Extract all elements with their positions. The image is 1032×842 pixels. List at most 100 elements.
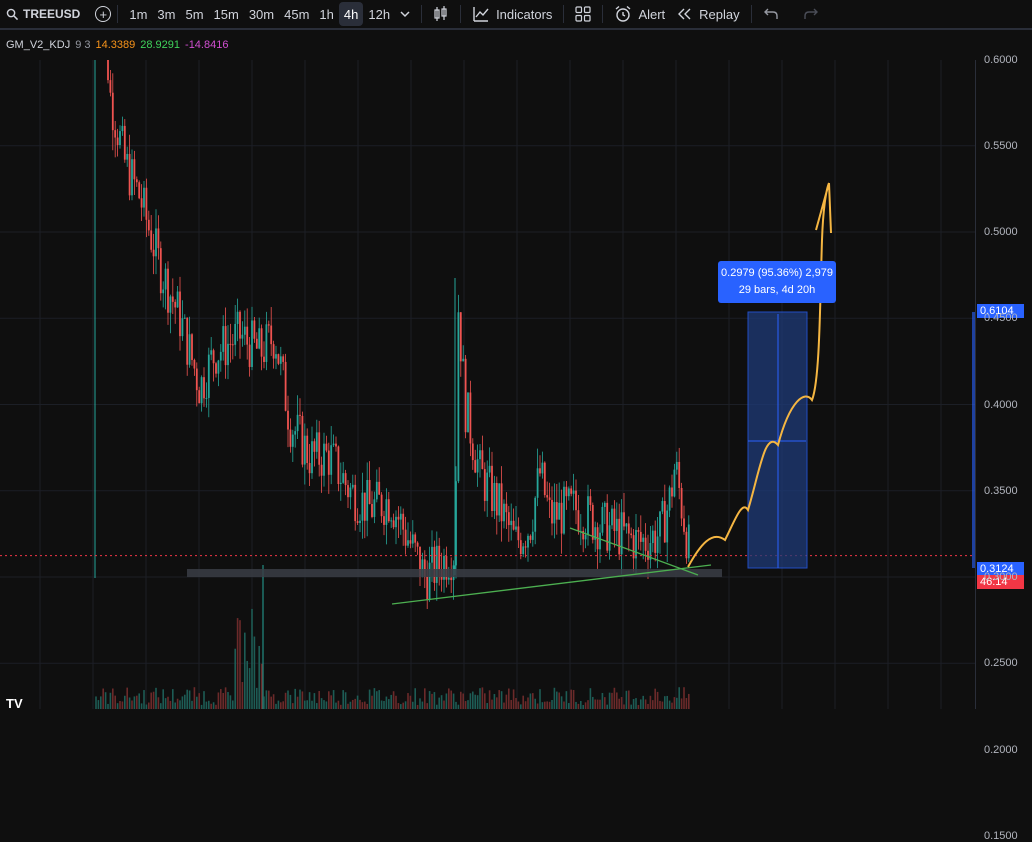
- candle-body: [255, 338, 258, 349]
- candle-body: [212, 350, 215, 364]
- volume-bar: [395, 695, 397, 709]
- divider: [563, 5, 565, 23]
- candle-body: [613, 508, 616, 531]
- volume-bar: [128, 697, 131, 709]
- volume-bar: [419, 698, 421, 709]
- volume-bar: [335, 702, 337, 709]
- candle-body: [567, 488, 570, 497]
- candle-body: [505, 503, 508, 513]
- interval-12h[interactable]: 12h: [363, 2, 395, 26]
- candle-body: [553, 502, 556, 524]
- candle-body: [387, 499, 390, 522]
- symbol-search[interactable]: TREEUSD: [0, 2, 85, 26]
- interval-5m[interactable]: 5m: [180, 2, 208, 26]
- grid-layout-icon: [575, 6, 592, 22]
- volume-bar: [224, 687, 227, 709]
- redo-button[interactable]: [798, 2, 824, 26]
- volume-bar: [203, 691, 205, 709]
- volume-bar: [608, 692, 611, 709]
- volume-bar: [666, 695, 668, 709]
- volume-bar: [371, 695, 373, 709]
- volume-bar: [570, 689, 572, 709]
- candle-body: [289, 429, 292, 447]
- candle-body: [198, 390, 201, 404]
- replay-button[interactable]: Replay: [670, 2, 744, 26]
- indicator-j-value: -14.8416: [185, 39, 229, 51]
- price-axis[interactable]: 0.6104 0.3124 46:14 0.90000.85000.80000.…: [975, 54, 1032, 842]
- volume-bar: [560, 696, 563, 709]
- candle-body: [354, 484, 357, 522]
- chart-type-button[interactable]: [428, 2, 454, 26]
- candle-body: [517, 526, 520, 541]
- volume-bar: [364, 701, 366, 709]
- candle-body: [644, 537, 647, 551]
- volume-bar: [426, 703, 428, 709]
- volume-bar: [625, 690, 628, 709]
- volume-bar: [352, 699, 354, 709]
- volume-bar: [517, 701, 520, 709]
- candle-body: [284, 361, 287, 411]
- indicator-legend[interactable]: GM_V2_KDJ 9 3 14.3389 28.9291 -14.8416: [6, 39, 228, 51]
- volume-bar: [433, 692, 436, 709]
- volume-bar: [580, 700, 582, 709]
- candle-body: [620, 512, 623, 555]
- candle-body: [270, 325, 273, 345]
- replay-label: Replay: [699, 6, 740, 22]
- symbol-label: TREEUSD: [23, 7, 81, 21]
- candle-body: [637, 529, 640, 532]
- volume-bar: [556, 691, 558, 709]
- volume-bar: [661, 701, 664, 709]
- candle-body: [678, 461, 681, 488]
- candle-body: [267, 324, 270, 326]
- interval-45m[interactable]: 45m: [279, 2, 314, 26]
- volume-bar: [510, 699, 512, 709]
- volume-bar: [179, 700, 181, 709]
- volume-bar: [577, 703, 580, 709]
- interval-dropdown[interactable]: [395, 2, 415, 26]
- candle-body: [591, 504, 594, 540]
- candle-body: [179, 291, 181, 337]
- volume-bar: [611, 692, 613, 709]
- candle-body: [575, 490, 577, 511]
- indicators-button[interactable]: Indicators: [467, 2, 557, 26]
- candle-body: [131, 159, 133, 196]
- interval-1h[interactable]: 1h: [314, 2, 338, 26]
- interval-1m[interactable]: 1m: [124, 2, 152, 26]
- volume-bar: [284, 692, 287, 709]
- alert-button[interactable]: Alert: [609, 2, 670, 26]
- interval-3m[interactable]: 3m: [152, 2, 180, 26]
- candle-body: [133, 159, 136, 180]
- add-symbol-icon[interactable]: +: [95, 6, 112, 22]
- candle-body: [558, 502, 561, 520]
- interval-30m[interactable]: 30m: [244, 2, 279, 26]
- divider: [602, 5, 604, 23]
- volume-bar: [116, 703, 119, 709]
- volume-bar: [491, 699, 493, 709]
- candle-body: [301, 415, 304, 465]
- indicator-d-value: 28.9291: [140, 39, 181, 51]
- price-chart[interactable]: [0, 60, 975, 709]
- volume-bar: [222, 692, 224, 709]
- volume-bar: [157, 697, 160, 709]
- candle-body: [183, 317, 186, 319]
- candle-body: [157, 228, 160, 249]
- undo-button[interactable]: [758, 2, 784, 26]
- candle-body: [503, 503, 505, 522]
- candle-body: [546, 495, 549, 498]
- candle-body: [140, 198, 143, 208]
- volume-bar: [191, 700, 193, 709]
- volume-bar: [558, 692, 560, 709]
- candle-body: [380, 494, 383, 517]
- volume-bar: [503, 702, 505, 709]
- interval-4h[interactable]: 4h: [338, 2, 364, 26]
- layout-button[interactable]: [570, 2, 596, 26]
- candle-body: [584, 534, 587, 540]
- volume-bar: [145, 704, 148, 709]
- candle-body: [416, 542, 419, 547]
- candle-body: [623, 512, 625, 527]
- interval-15m[interactable]: 15m: [209, 2, 244, 26]
- volume-bar: [361, 702, 364, 709]
- candle-body: [536, 468, 539, 498]
- volume-bar: [378, 690, 380, 709]
- volume-bar: [275, 703, 277, 709]
